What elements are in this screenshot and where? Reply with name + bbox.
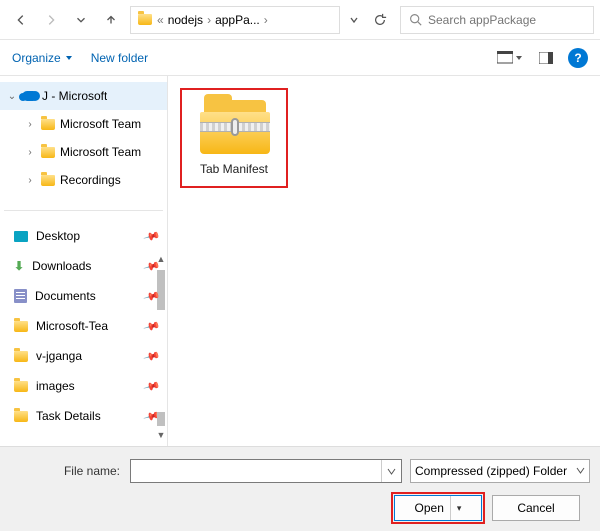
search-icon: [409, 13, 422, 26]
breadcrumb[interactable]: « nodejs › appPa... ›: [130, 6, 340, 34]
organize-label: Organize: [12, 51, 61, 65]
new-folder-button[interactable]: New folder: [91, 51, 148, 65]
scroll-down-icon[interactable]: ▼: [156, 430, 166, 442]
filename-combobox[interactable]: [130, 459, 402, 483]
tree-root-onedrive[interactable]: ⌄ J - Microsoft: [0, 82, 167, 110]
quick-label: v-jganga: [36, 349, 82, 363]
refresh-button[interactable]: [364, 6, 396, 34]
pin-icon: 📌: [143, 227, 161, 245]
back-button[interactable]: [6, 5, 36, 35]
breadcrumb-part[interactable]: nodejs: [168, 13, 203, 27]
file-tile-tab-manifest[interactable]: Tab Manifest: [180, 88, 288, 188]
quick-documents[interactable]: Documents📌: [0, 281, 167, 311]
view-layout-button[interactable]: [496, 46, 524, 70]
scrollbar-thumb[interactable]: [157, 270, 165, 310]
chevron-right-icon[interactable]: ›: [24, 175, 36, 186]
quick-label: Documents: [35, 289, 96, 303]
quick-folder[interactable]: Microsoft-Tea 📌: [0, 311, 167, 341]
tree-label: J - Microsoft: [42, 89, 107, 103]
breadcrumb-overflow[interactable]: «: [157, 13, 164, 27]
main-area: ⌄ J - Microsoft › Microsoft Team › Micro…: [0, 76, 600, 446]
cancel-button[interactable]: Cancel: [492, 495, 580, 521]
forward-button[interactable]: [36, 5, 66, 35]
chevron-down-icon[interactable]: [381, 460, 401, 482]
bottom-pane: File name: Compressed (zipped) Folder Op…: [0, 446, 600, 531]
quick-folder[interactable]: Task Details📌: [0, 401, 167, 431]
tree-label: Microsoft Team: [60, 145, 141, 159]
breadcrumb-dropdown[interactable]: [344, 15, 364, 25]
folder-icon: [14, 321, 28, 332]
quick-label: Desktop: [36, 229, 80, 243]
divider: [4, 210, 163, 211]
quick-desktop[interactable]: Desktop 📌: [0, 221, 167, 251]
tree-item[interactable]: › Recordings: [0, 166, 167, 194]
tree-label: Microsoft Team: [60, 117, 141, 131]
folder-icon: [14, 381, 28, 392]
folder-icon: [40, 144, 56, 160]
quick-folder[interactable]: images 📌: [0, 371, 167, 401]
onedrive-icon: [22, 88, 38, 104]
pin-icon: 📌: [143, 317, 161, 335]
quick-label: Downloads: [32, 259, 91, 273]
filetype-combobox[interactable]: Compressed (zipped) Folder: [410, 459, 590, 483]
file-list[interactable]: Tab Manifest: [168, 76, 600, 446]
filetype-label: Compressed (zipped) Folder: [415, 464, 567, 478]
chevron-down-icon: [515, 54, 523, 62]
quick-folder[interactable]: v-jganga 📌: [0, 341, 167, 371]
zip-folder-icon: [198, 94, 270, 156]
tree-item[interactable]: › Microsoft Team: [0, 138, 167, 166]
up-button[interactable]: [96, 5, 126, 35]
document-icon: [14, 289, 27, 303]
quick-label: Task Details: [36, 409, 101, 423]
open-button-label: Open: [415, 501, 444, 515]
folder-icon: [14, 411, 28, 422]
chevron-right-icon[interactable]: ›: [24, 119, 36, 130]
tree-label: Recordings: [60, 173, 121, 187]
navigation-pane: ⌄ J - Microsoft › Microsoft Team › Micro…: [0, 76, 168, 446]
folder-icon: [40, 116, 56, 132]
pin-icon: 📌: [143, 377, 161, 395]
pin-icon: 📌: [143, 347, 161, 365]
address-bar: « nodejs › appPa... ›: [0, 0, 600, 40]
folder-icon: [137, 12, 153, 28]
chevron-right-icon[interactable]: ›: [207, 13, 211, 27]
download-icon: ⬇: [14, 259, 24, 273]
filename-input[interactable]: [131, 460, 381, 482]
help-button[interactable]: ?: [568, 48, 588, 68]
chevron-down-icon[interactable]: [576, 464, 585, 478]
folder-icon: [40, 172, 56, 188]
command-bar: Organize New folder ?: [0, 40, 600, 76]
search-input[interactable]: [428, 13, 585, 27]
cancel-button-label: Cancel: [517, 501, 554, 515]
preview-pane-button[interactable]: [532, 46, 560, 70]
chevron-down-icon[interactable]: ⌄: [6, 91, 18, 102]
quick-label: images: [36, 379, 75, 393]
folder-icon: [14, 351, 28, 362]
file-tile-label: Tab Manifest: [200, 162, 268, 186]
tree-item[interactable]: › Microsoft Team: [0, 110, 167, 138]
chevron-right-icon[interactable]: ›: [264, 13, 268, 27]
search-box[interactable]: [400, 6, 594, 34]
chevron-down-icon: [65, 54, 73, 62]
open-button[interactable]: Open ▾: [394, 495, 482, 521]
quick-downloads[interactable]: ⬇Downloads📌: [0, 251, 167, 281]
scrollbar-thumb[interactable]: [157, 412, 165, 426]
desktop-icon: [14, 231, 28, 242]
split-chevron-icon[interactable]: ▾: [450, 496, 462, 520]
breadcrumb-part[interactable]: appPa...: [215, 13, 260, 27]
quick-label: Microsoft-Tea: [36, 319, 108, 333]
organize-menu[interactable]: Organize: [12, 51, 73, 65]
chevron-right-icon[interactable]: ›: [24, 147, 36, 158]
filename-label: File name:: [0, 464, 130, 478]
recent-dropdown[interactable]: [66, 5, 96, 35]
